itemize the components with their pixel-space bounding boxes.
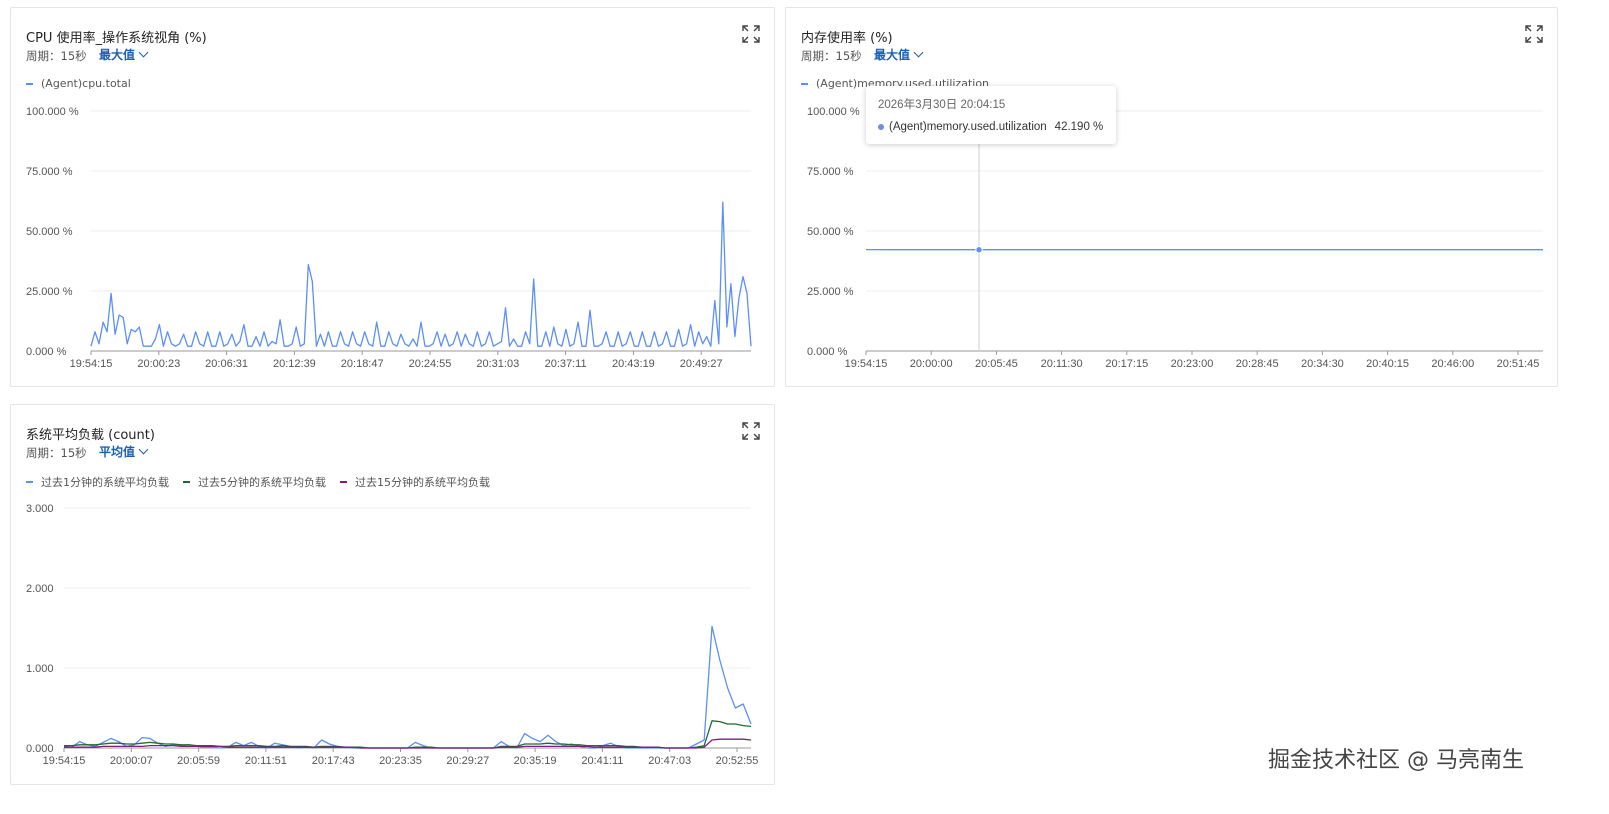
series-dot-icon <box>878 124 884 130</box>
y-tick-label: 50.000 % <box>807 226 854 238</box>
x-tick-label: 20:17:15 <box>1105 358 1148 370</box>
load-line-chart[interactable]: 0.000 1.000 2.000 3.000 19:54:15 20:00:07 20:0… <box>11 405 776 786</box>
tooltip-time: 2026年3月30日 20:04:15 <box>878 99 1006 111</box>
y-tick-label: 3.000 <box>26 503 54 515</box>
x-tick-label: 20:31:03 <box>476 358 519 370</box>
cpu-usage-panel: CPU 使用率_操作系统视角 (%) 周期：15秒 最大值 (Agent)cpu… <box>10 7 775 387</box>
cpu-line-chart[interactable]: 0.000 % 25.000 % 50.000 % 75.000 % 100.000 %… <box>11 8 776 388</box>
chart-tooltip: 2026年3月30日 20:04:15 (Agent)memory.used.u… <box>866 86 1116 144</box>
y-tick-label: 75.000 % <box>807 166 854 178</box>
x-tick-label: 20:06:31 <box>205 358 248 370</box>
highlight-point <box>975 246 983 254</box>
x-tick-label: 20:46:00 <box>1431 358 1474 370</box>
x-tick-label: 19:54:15 <box>845 358 888 370</box>
x-tick-label: 20:24:55 <box>409 358 452 370</box>
x-tick-label: 20:29:27 <box>446 755 489 767</box>
x-tick-label: 20:34:30 <box>1301 358 1344 370</box>
x-tick-label: 20:00:23 <box>137 358 180 370</box>
memory-usage-panel: 内存使用率 (%) 周期：15秒 最大值 (Agent)memory.used.… <box>785 7 1558 387</box>
x-tick-label: 20:43:19 <box>612 358 655 370</box>
y-tick-label: 100.000 % <box>807 106 860 118</box>
y-tick-label: 1.000 <box>26 663 54 675</box>
x-tick-label: 20:41:11 <box>581 755 623 767</box>
x-tick-label: 20:23:00 <box>1171 358 1214 370</box>
load-average-panel: 系统平均负载 (count) 周期：15秒 平均值 过去1分钟的系统平均负载 过… <box>10 404 775 785</box>
tooltip-value: 42.190 % <box>1054 121 1104 133</box>
y-tick-label: 25.000 % <box>807 286 854 298</box>
x-tick-label: 20:11:51 <box>245 755 287 767</box>
x-tick-label: 20:52:55 <box>716 755 759 767</box>
memory-line-chart[interactable]: 0.000 % 25.000 % 50.000 % 75.000 % 100.000 %… <box>786 8 1559 388</box>
x-tick-label: 20:40:15 <box>1366 358 1409 370</box>
x-tick-label: 20:37:11 <box>545 358 587 370</box>
x-tick-label: 19:54:15 <box>43 755 86 767</box>
y-tick-label: 2.000 <box>26 583 54 595</box>
x-tick-label: 20:05:45 <box>975 358 1018 370</box>
series-line <box>63 625 752 749</box>
x-tick-label: 20:11:30 <box>1041 358 1083 370</box>
y-tick-label: 25.000 % <box>26 286 73 298</box>
x-tick-label: 20:28:45 <box>1236 358 1279 370</box>
y-tick-label: 0.000 % <box>26 346 67 358</box>
x-tick-label: 20:23:35 <box>379 755 422 767</box>
x-tick-label: 20:05:59 <box>177 755 220 767</box>
y-tick-label: 75.000 % <box>26 166 73 178</box>
x-tick-label: 20:12:39 <box>273 358 316 370</box>
y-tick-label: 100.000 % <box>26 106 79 118</box>
series-line <box>64 720 752 749</box>
x-tick-label: 20:18:47 <box>341 358 384 370</box>
x-tick-label: 20:17:43 <box>312 755 355 767</box>
x-tick-label: 20:00:07 <box>110 755 153 767</box>
watermark: 掘金技术社区 @ 马亮南生 <box>1268 748 1524 773</box>
tooltip-series: (Agent)memory.used.utilization <box>889 121 1047 133</box>
y-tick-label: 50.000 % <box>26 226 73 238</box>
series-line <box>90 201 752 347</box>
y-tick-label: 0.000 % <box>807 346 848 358</box>
x-tick-label: 19:54:15 <box>70 358 113 370</box>
tooltip-row: (Agent)memory.used.utilization 42.190 % <box>878 121 1104 133</box>
y-tick-label: 0.000 <box>26 743 54 755</box>
x-tick-label: 20:00:00 <box>910 358 953 370</box>
x-tick-label: 20:51:45 <box>1497 358 1540 370</box>
x-tick-label: 20:35:19 <box>514 755 557 767</box>
x-tick-label: 20:49:27 <box>680 358 723 370</box>
x-tick-label: 20:47:03 <box>648 755 691 767</box>
